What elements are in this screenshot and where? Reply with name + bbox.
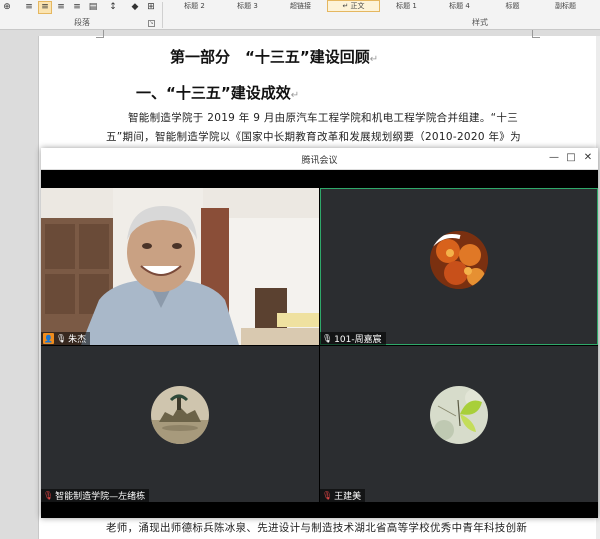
landscape-avatar [151, 386, 209, 444]
styles-group-label: 样式 [472, 18, 488, 27]
group-divider [162, 2, 163, 28]
video-bottom-band [41, 502, 598, 518]
participant-name: 智能制造学院—左绪栋 [55, 492, 146, 502]
shading-icon[interactable]: ◆ [128, 1, 142, 14]
style-item[interactable]: 标题 4 [433, 0, 486, 12]
paragraph-tools: ⊕ ≡ ≡ ≡ ≡ ▤ ↕ ◆ ⊞ [0, 0, 158, 14]
participant-name-tag: 🎙 王建美 [320, 489, 366, 502]
host-icon: 👤 [43, 333, 54, 344]
align-left-icon[interactable]: ≡ [22, 1, 36, 14]
body-paragraph-line: 五”期间，智能制造学院以《国家中长期教育改革和发展规划纲要（2010-2020 … [106, 131, 521, 143]
align-center-icon[interactable]: ≡ [38, 0, 52, 14]
microphone-icon: 🎙 [322, 334, 333, 343]
participant-name-tag: 👤 🎙 朱杰 [41, 332, 91, 345]
muted-microphone-icon: 🎙 [43, 491, 54, 500]
style-item[interactable]: 超链接 [274, 0, 327, 12]
margin-corner-marker [532, 30, 540, 38]
paragraph-group-label: 段落 [74, 18, 90, 27]
borders-icon[interactable]: ⊞ [144, 1, 158, 14]
style-item[interactable]: 不明显强调 [592, 0, 600, 12]
meeting-title: 腾讯会议 [301, 156, 338, 166]
body-paragraph-line: 智能制造学院于 2019 年 9 月由原汽车工程学院和机电工程学院合并组建。“十… [128, 112, 518, 124]
heading-2: 一、“十三五”建设成效↵ [136, 84, 300, 102]
video-top-band [41, 170, 598, 188]
participant-grid: 👤 🎙 朱杰 🎙 101-周嘉宸 🎙 智能制造学院—左绪栋 🎙 王建美 [41, 188, 598, 502]
style-item[interactable]: 标题 3 [221, 0, 274, 12]
participant-name: 101-周嘉宸 [334, 335, 382, 345]
margin-corner-marker [96, 30, 104, 38]
participant-tile[interactable]: 🎙 王建美 [320, 346, 598, 502]
orange-pattern-avatar [430, 231, 488, 289]
muted-microphone-icon: 🎙 [322, 491, 333, 500]
camera-feed [41, 188, 319, 345]
ribbon: ⊕ ≡ ≡ ≡ ≡ ▤ ↕ ◆ ⊞ 段落 ↘ 标题 2 标题 3 超链接 ↵ 正文 标题… [0, 0, 600, 30]
line-spacing-icon[interactable]: ↕ [106, 1, 120, 14]
align-right-icon[interactable]: ≡ [54, 1, 68, 14]
participant-name-tag: 🎙 101-周嘉宸 [320, 332, 386, 345]
justify-icon[interactable]: ≡ [70, 1, 84, 14]
heading-1: 第一部分 “十三五”建设回顾↵ [170, 48, 379, 66]
participant-name: 王建美 [334, 492, 362, 502]
microphone-icon: 🎙 [56, 334, 67, 343]
indent-icon[interactable]: ⊕ [0, 1, 14, 14]
style-item[interactable]: 副标题 [539, 0, 592, 12]
participant-name-tag: 🎙 智能制造学院—左绪栋 [41, 489, 150, 502]
meeting-window: 腾讯会议 — □ ✕ 👤 🎙 朱杰 🎙 101-周嘉宸 🎙 智能制造学院—左绪栋… [41, 148, 598, 518]
butterfly-avatar [430, 386, 488, 444]
participant-tile-active[interactable]: 🎙 101-周嘉宸 [320, 188, 598, 345]
style-item[interactable]: 标题 1 [380, 0, 433, 12]
style-item[interactable]: ↵ 正文 [327, 0, 380, 12]
minimize-icon[interactable]: — [547, 151, 561, 165]
participant-tile-video[interactable]: 👤 🎙 朱杰 [41, 188, 319, 345]
paragraph-launcher-icon[interactable]: ↘ [148, 20, 155, 27]
close-icon[interactable]: ✕ [581, 151, 595, 165]
maximize-icon[interactable]: □ [564, 151, 578, 165]
participant-name: 朱杰 [68, 335, 87, 345]
meeting-title-bar[interactable]: 腾讯会议 — □ ✕ [41, 148, 598, 170]
participant-tile[interactable]: 🎙 智能制造学院—左绪栋 [41, 346, 319, 502]
style-item[interactable]: 标题 [486, 0, 539, 12]
style-item[interactable]: 标题 2 [168, 0, 221, 12]
screen: ⊕ ≡ ≡ ≡ ≡ ▤ ↕ ◆ ⊞ 段落 ↘ 标题 2 标题 3 超链接 ↵ 正文 标题… [0, 0, 600, 539]
styles-gallery: 标题 2标题 3超链接↵ 正文标题 1标题 4标题副标题不明显强调强调 [168, 0, 595, 14]
distributed-icon[interactable]: ▤ [86, 1, 100, 14]
body-paragraph-line: 老师，涌现出师德标兵陈冰泉、先进设计与制造技术湖北省高等学校优秀中青年科技创新 [106, 522, 528, 534]
